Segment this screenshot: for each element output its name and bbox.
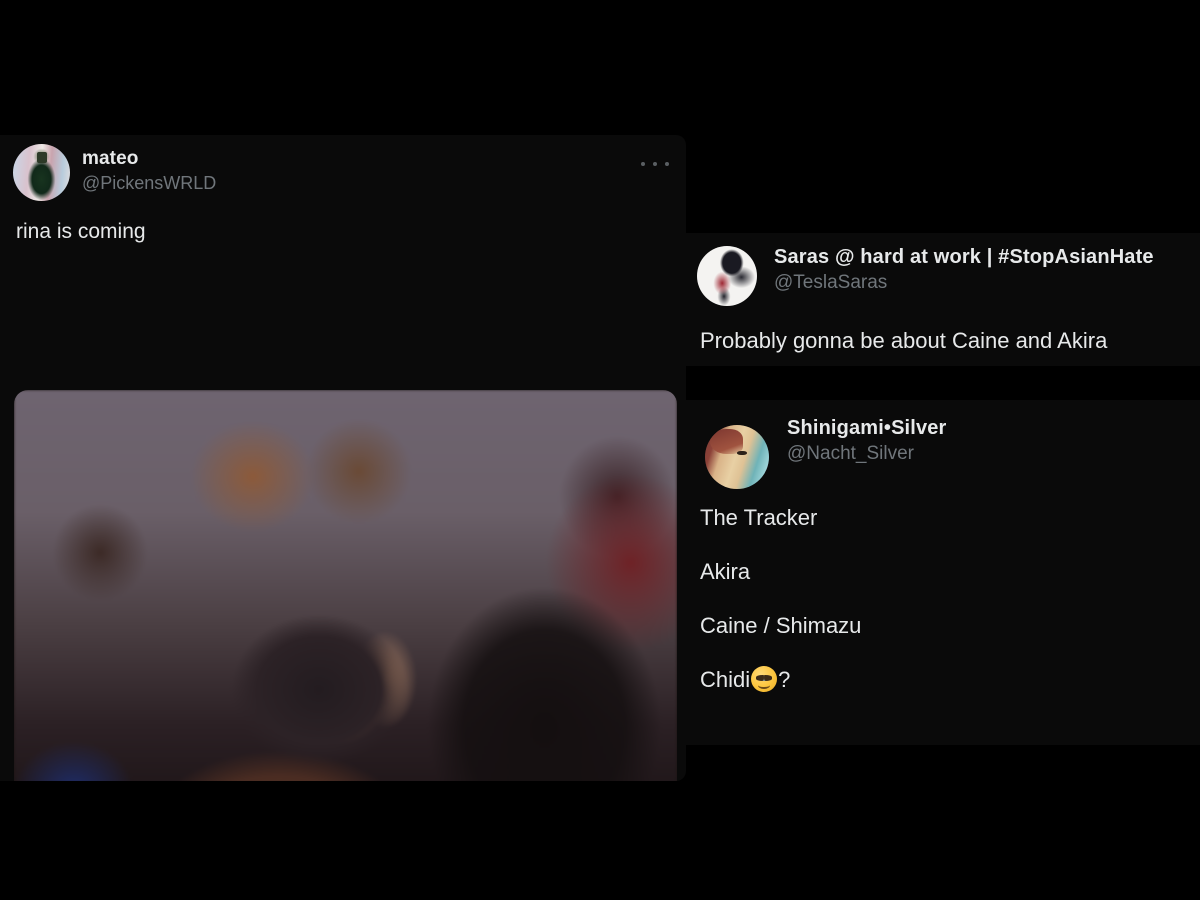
reply-tweet-1[interactable]: Saras @ hard at work | #StopAsianHate @T… — [686, 233, 1200, 366]
avatar[interactable] — [705, 425, 769, 489]
author-names: Saras @ hard at work | #StopAsianHate @T… — [774, 245, 1154, 295]
reply-1-header: Saras @ hard at work | #StopAsianHate @T… — [686, 233, 1200, 306]
text-segment: ? — [778, 667, 791, 692]
text-line: Probably gonna be about Caine and Akira — [700, 328, 1108, 353]
display-name[interactable]: Shinigami•Silver — [787, 416, 946, 440]
face-holding-back-tears-emoji — [751, 666, 778, 692]
text-line-with-emoji: Chidi? — [700, 666, 1186, 694]
text-line: The Tracker — [700, 505, 818, 530]
gif-media[interactable]: GIF ALT — [14, 390, 677, 781]
reply-tweet-2[interactable]: Shinigami•Silver @Nacht_Silver The Track… — [686, 400, 1200, 745]
dot — [653, 162, 657, 166]
avatar[interactable] — [13, 144, 70, 201]
user-handle[interactable]: @PickensWRLD — [82, 171, 216, 195]
avatar-image — [705, 425, 769, 489]
reply-2-text: The Tracker Akira Caine / Shimazu Chidi? — [686, 504, 1200, 694]
reply-2-header: Shinigami•Silver @Nacht_Silver — [686, 400, 1200, 489]
user-handle[interactable]: @Nacht_Silver — [787, 441, 946, 466]
author-names: mateo @PickensWRLD — [82, 147, 216, 195]
reply-1-text: Probably gonna be about Caine and Akira — [686, 327, 1200, 355]
main-tweet-card[interactable]: mateo @PickensWRLD rina is coming GIF AL… — [0, 135, 686, 781]
author-names: Shinigami•Silver @Nacht_Silver — [787, 416, 946, 466]
main-tweet-header: mateo @PickensWRLD — [0, 135, 686, 205]
text-line: Caine / Shimazu — [700, 613, 862, 638]
dot — [665, 162, 669, 166]
text-segment: Chidi — [700, 667, 751, 692]
dot — [641, 162, 645, 166]
more-options-icon[interactable] — [638, 155, 672, 173]
text-line: Akira — [700, 559, 751, 584]
display-name[interactable]: mateo — [82, 147, 216, 170]
main-tweet-text: rina is coming — [16, 220, 146, 243]
avatar[interactable] — [697, 246, 757, 306]
avatar-image — [13, 144, 70, 201]
display-name[interactable]: Saras @ hard at work | #StopAsianHate — [774, 245, 1154, 269]
screenshot-root: mateo @PickensWRLD rina is coming GIF AL… — [0, 0, 1200, 900]
avatar-image — [697, 246, 757, 306]
user-handle[interactable]: @TeslaSaras — [774, 270, 1154, 295]
gif-frame-image — [14, 390, 677, 781]
